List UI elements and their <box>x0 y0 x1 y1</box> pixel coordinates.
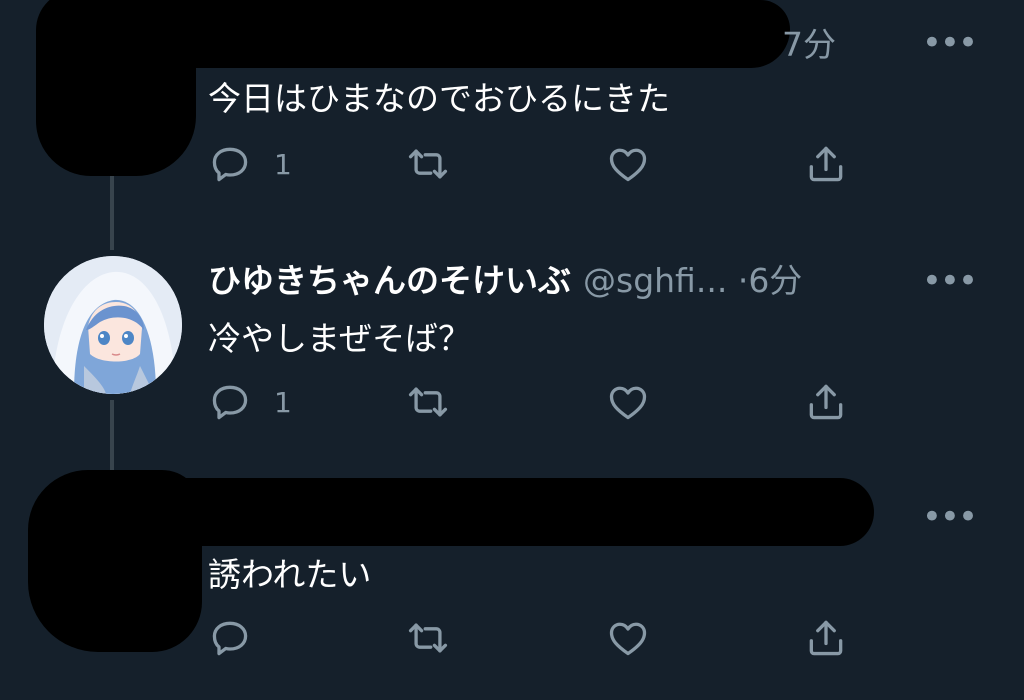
tweet-actions <box>0 610 1024 666</box>
tweet-thread: 7分 ••• 今日はひまなのでおひるにきた 1 ひゆきちゃんのそけいぶ @sgh… <box>0 0 1024 700</box>
reply-icon <box>212 621 248 656</box>
tweet-3[interactable]: ••• 誘われたい <box>0 470 1024 700</box>
like-button[interactable] <box>606 610 650 666</box>
retweet-button[interactable] <box>406 374 450 430</box>
user-handle[interactable]: @sghfi... <box>583 261 727 300</box>
like-icon <box>609 386 647 420</box>
redaction-mask <box>120 0 790 68</box>
header-separator: · <box>737 261 749 300</box>
tweet-text: 今日はひまなのでおひるにきた <box>208 79 670 118</box>
retweet-button[interactable] <box>406 136 450 192</box>
tweet-actions: 1 <box>0 374 1024 430</box>
retweet-icon <box>408 623 448 653</box>
reply-count: 1 <box>274 147 292 181</box>
share-icon <box>809 146 843 182</box>
reply-button[interactable] <box>208 610 252 666</box>
more-options-icon[interactable]: ••• <box>922 500 978 534</box>
like-icon <box>609 622 647 656</box>
like-icon <box>609 148 647 182</box>
reply-button[interactable]: 1 <box>208 136 292 192</box>
share-icon <box>809 620 843 656</box>
reply-count: 1 <box>274 385 292 419</box>
tweet-header: ひゆきちゃんのそけいぶ @sghfi... ·6分 <box>208 254 802 302</box>
more-options-icon[interactable]: ••• <box>922 26 978 60</box>
more-options-icon[interactable]: ••• <box>922 264 978 298</box>
tweet-text: 冷やしまぜそば？ <box>208 319 472 358</box>
retweet-button[interactable] <box>406 610 450 666</box>
tweet-text: 誘われたい <box>208 555 372 594</box>
reply-button[interactable]: 1 <box>208 374 292 430</box>
like-button[interactable] <box>606 136 650 192</box>
tweet-2[interactable]: ひゆきちゃんのそけいぶ @sghfi... ·6分 ••• 冷やしまぜそば？ 1 <box>0 236 1024 436</box>
redaction-mask <box>150 478 874 546</box>
like-button[interactable] <box>606 374 650 430</box>
tweet-1[interactable]: 7分 ••• 今日はひまなのでおひるにきた 1 <box>0 0 1024 200</box>
retweet-icon <box>408 387 448 417</box>
display-name[interactable]: ひゆきちゃんのそけいぶ <box>208 261 571 300</box>
share-button[interactable] <box>804 610 848 666</box>
retweet-icon <box>408 149 448 179</box>
share-button[interactable] <box>804 374 848 430</box>
tweet-actions: 1 <box>0 136 1024 192</box>
reply-icon <box>212 385 248 420</box>
share-icon <box>809 384 843 420</box>
tweet-timestamp[interactable]: 7分 <box>782 18 836 66</box>
reply-icon <box>212 147 248 182</box>
share-button[interactable] <box>804 136 848 192</box>
tweet-timestamp[interactable]: 6分 <box>748 261 802 300</box>
